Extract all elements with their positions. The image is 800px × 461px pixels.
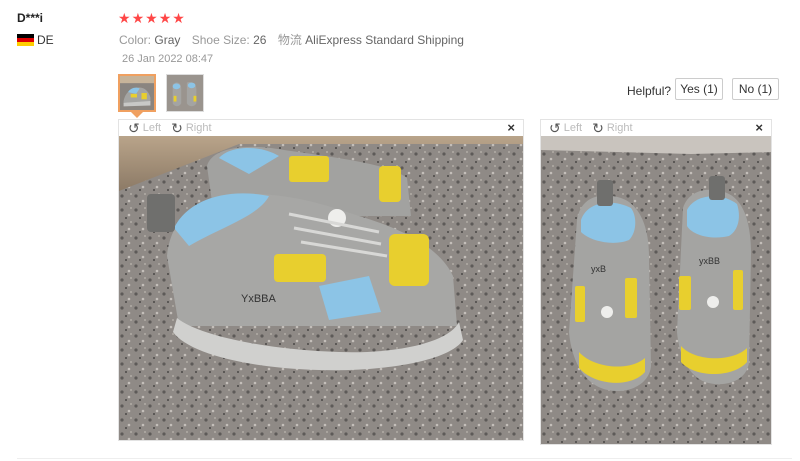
svg-text:yxBB: yxBB (699, 256, 720, 266)
color-label: Color: (119, 33, 152, 47)
reviewer-name: D***i (17, 11, 44, 25)
reviewer-country: DE (17, 33, 54, 47)
rotate-left-icon: ↺ (549, 120, 561, 136)
rotate-left-label: Left (142, 122, 162, 134)
photo-viewer: ↺ Left ↻ Right × YxBBA (118, 119, 524, 441)
selected-thumbnail-caret (131, 112, 143, 118)
close-icon[interactable]: × (755, 120, 763, 135)
svg-text:yxB: yxB (591, 264, 606, 274)
rotate-right-button[interactable]: ↻ Right (592, 121, 632, 135)
review-photo-thumbnail[interactable] (166, 74, 204, 112)
star-icon: ★ (118, 10, 131, 26)
photo-viewer: ↺ Left ↻ Right × yxB yxBB (540, 119, 772, 445)
rotate-right-icon: ↻ (171, 120, 183, 136)
sneaker-top-photo[interactable]: yxB yxBB (541, 136, 771, 444)
order-info: Color: Gray Shoe Size: 26 物流 AliExpress … (119, 31, 472, 48)
viewer-toolbar: ↺ Left ↻ Right × (541, 120, 771, 136)
helpful-no-button[interactable]: No (1) (732, 78, 779, 100)
rotate-left-label: Left (563, 122, 583, 134)
review-divider (17, 458, 792, 459)
shoe-size-label: Shoe Size: (191, 33, 250, 47)
star-icon: ★ (145, 10, 158, 26)
rotate-left-button[interactable]: ↺ Left (128, 121, 161, 135)
svg-text:YxBBA: YxBBA (241, 293, 277, 305)
viewer-toolbar: ↺ Left ↻ Right × (119, 120, 523, 136)
star-icon: ★ (172, 10, 185, 26)
shipping-label: 物流 (277, 33, 302, 47)
rotate-left-icon: ↺ (128, 120, 140, 136)
country-code: DE (37, 33, 54, 47)
review-date: 26 Jan 2022 08:47 (122, 53, 214, 65)
rotate-right-label: Right (606, 122, 633, 134)
star-icon: ★ (131, 10, 145, 26)
close-icon[interactable]: × (507, 120, 515, 135)
sneaker-photo-icon (167, 75, 203, 111)
helpful-yes-button[interactable]: Yes (1) (675, 78, 723, 100)
rotate-right-icon: ↻ (592, 120, 604, 136)
rotate-right-label: Right (185, 122, 212, 134)
rotate-right-button[interactable]: ↻ Right (171, 121, 211, 135)
star-rating: ★ ★ ★ ★ ★ (118, 11, 185, 25)
review-photo-thumbnail[interactable] (118, 74, 156, 112)
rotate-left-button[interactable]: ↺ Left (549, 121, 582, 135)
shipping-value: AliExpress Standard Shipping (305, 33, 464, 47)
star-icon: ★ (158, 10, 172, 26)
sneaker-side-photo[interactable]: YxBBA (119, 136, 523, 440)
helpful-label: Helpful? (627, 84, 672, 98)
shoe-size-value: 26 (253, 33, 267, 47)
sneaker-photo-icon (120, 76, 154, 110)
germany-flag-icon (17, 34, 34, 46)
color-value: Gray (154, 33, 181, 47)
